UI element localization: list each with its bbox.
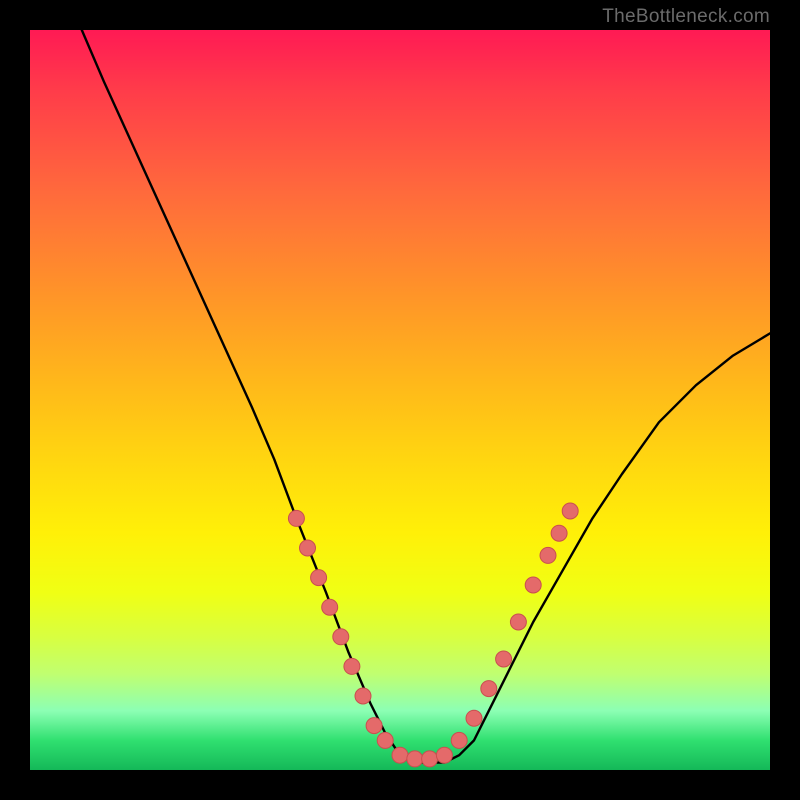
curve-marker: [451, 732, 467, 748]
curve-marker: [436, 747, 452, 763]
curve-layer: [82, 30, 770, 763]
chart-frame: TheBottleneck.com: [0, 0, 800, 800]
curve-marker: [377, 732, 393, 748]
curve-marker: [355, 688, 371, 704]
curve-marker: [422, 751, 438, 767]
curve-marker: [540, 547, 556, 563]
curve-marker: [288, 510, 304, 526]
curve-marker: [300, 540, 316, 556]
curve-marker: [311, 570, 327, 586]
curve-marker: [333, 629, 349, 645]
curve-marker: [510, 614, 526, 630]
curve-marker: [496, 651, 512, 667]
bottleneck-curve-svg: [30, 30, 770, 770]
watermark-text: TheBottleneck.com: [602, 6, 770, 28]
curve-marker: [562, 503, 578, 519]
curve-marker: [392, 747, 408, 763]
curve-marker: [344, 658, 360, 674]
curve-marker: [481, 681, 497, 697]
plot-area: [30, 30, 770, 770]
curve-marker: [366, 718, 382, 734]
curve-marker: [322, 599, 338, 615]
curve-marker: [407, 751, 423, 767]
bottleneck-curve-path: [82, 30, 770, 763]
marker-layer: [288, 503, 578, 767]
curve-marker: [551, 525, 567, 541]
curve-marker: [466, 710, 482, 726]
curve-marker: [525, 577, 541, 593]
